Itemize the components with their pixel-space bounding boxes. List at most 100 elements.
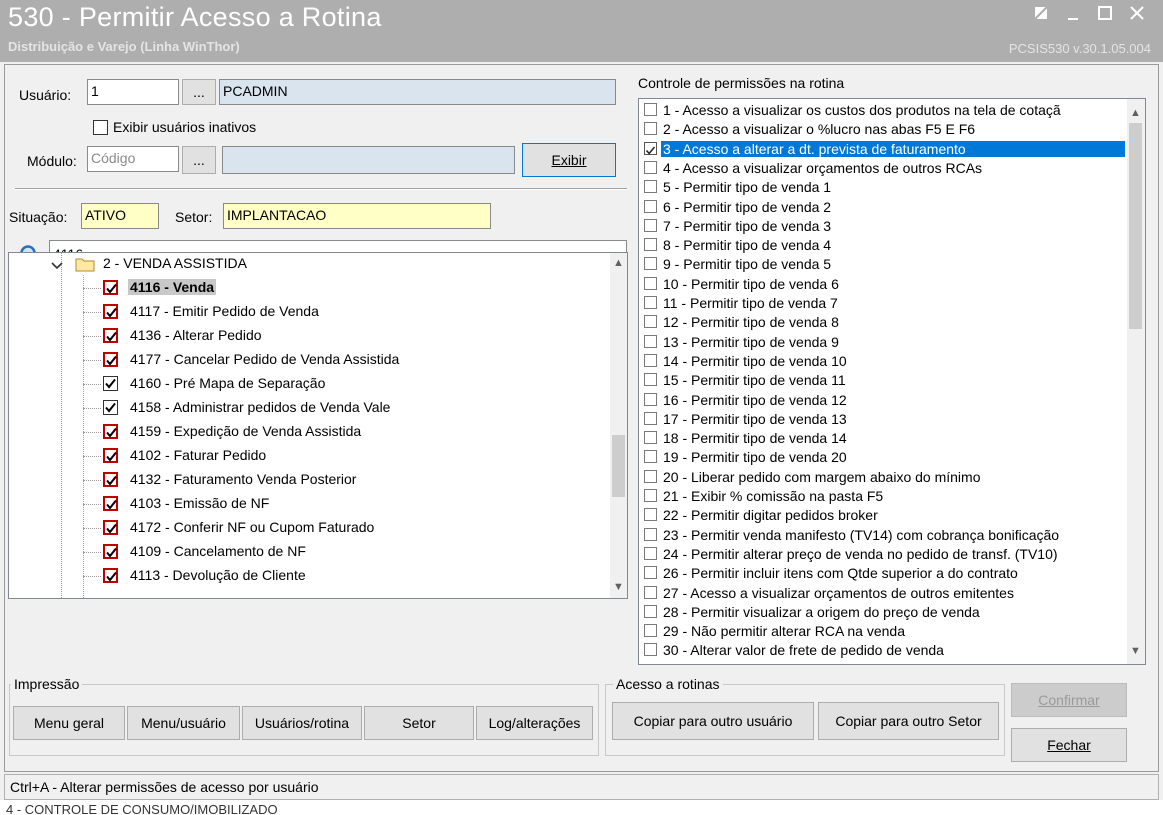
tree-item[interactable]: 4177 - Cancelar Pedido de Venda Assistid… [9, 349, 597, 373]
tree-item[interactable]: 4116 - Venda [9, 277, 597, 301]
exibir-button[interactable]: Exibir [522, 143, 616, 177]
permission-checkbox[interactable] [644, 643, 657, 657]
permission-item[interactable]: 27 - Acesso a visualizar orçamentos de o… [639, 584, 1129, 603]
permission-item[interactable]: 15 - Permitir tipo de venda 11 [639, 371, 1129, 390]
menu-usuario-button[interactable]: Menu/usuário [127, 706, 240, 740]
permission-item[interactable]: 5 - Permitir tipo de venda 1 [639, 178, 1129, 197]
permission-checkbox[interactable] [644, 353, 657, 367]
tree-item-checkbox[interactable] [103, 424, 118, 439]
scroll-up-icon[interactable]: ▲ [610, 255, 627, 272]
permission-checkbox[interactable] [644, 489, 657, 502]
scroll-thumb[interactable] [1129, 123, 1142, 329]
close-icon[interactable] [1126, 4, 1148, 26]
permissions-list[interactable]: 1 - Acesso a visualizar os custos dos pr… [638, 98, 1146, 665]
setor-button[interactable]: Setor [364, 706, 474, 740]
permission-item[interactable]: 22 - Permitir digitar pedidos broker [639, 506, 1129, 525]
permission-checkbox[interactable] [644, 431, 657, 445]
tree-item[interactable]: 4159 - Expedição de Venda Assistida [9, 421, 597, 445]
tree-item-checkbox[interactable] [103, 568, 118, 583]
tree-item-checkbox[interactable] [103, 328, 118, 343]
permission-checkbox[interactable] [644, 238, 657, 252]
menu-tree[interactable]: 2 - VENDA ASSISTIDA 4116 - Venda 4117 - E… [8, 252, 628, 599]
permission-item[interactable]: 11 - Permitir tipo de venda 7 [639, 294, 1129, 313]
permission-checkbox[interactable] [644, 585, 657, 599]
permission-checkbox[interactable] [644, 450, 657, 464]
permissions-scrollbar[interactable]: ▲ ▼ [1127, 99, 1145, 664]
permission-item[interactable]: 17 - Permitir tipo de venda 13 [639, 410, 1129, 429]
permission-item[interactable]: 26 - Permitir incluir itens com Qtde sup… [639, 564, 1129, 583]
inativos-checkbox[interactable] [93, 120, 108, 135]
tree-item-checkbox[interactable] [103, 400, 118, 415]
modulo-lookup-button[interactable]: ... [182, 146, 216, 174]
permission-checkbox[interactable] [644, 199, 657, 213]
permission-checkbox[interactable] [644, 141, 657, 155]
permission-item[interactable]: 20 - Liberar pedido com margem abaixo do… [639, 468, 1129, 487]
log-alteracoes-button[interactable]: Log/alterações [476, 706, 593, 740]
permission-checkbox[interactable] [644, 334, 657, 348]
permission-checkbox[interactable] [644, 469, 657, 483]
permission-checkbox[interactable] [644, 276, 657, 290]
permission-checkbox[interactable] [644, 527, 657, 541]
fechar-button[interactable]: Fechar [1011, 728, 1127, 762]
permission-checkbox[interactable] [644, 257, 657, 271]
permission-checkbox[interactable] [644, 373, 657, 387]
permission-checkbox[interactable] [644, 566, 657, 580]
scroll-down-icon[interactable]: ▼ [610, 579, 627, 596]
scroll-up-icon[interactable]: ▲ [1127, 105, 1144, 122]
tree-item-checkbox[interactable] [103, 304, 118, 319]
permission-item[interactable]: 18 - Permitir tipo de venda 14 [639, 429, 1129, 448]
tree-item[interactable]: 4102 - Faturar Pedido [9, 445, 597, 469]
permission-item[interactable]: 10 - Permitir tipo de venda 6 [639, 275, 1129, 294]
tree-item[interactable]: 4136 - Alterar Pedido [9, 325, 597, 349]
permission-item[interactable]: 6 - Permitir tipo de venda 2 [639, 198, 1129, 217]
permission-checkbox[interactable] [644, 604, 657, 618]
permission-item[interactable]: 8 - Permitir tipo de venda 4 [639, 236, 1129, 255]
permission-checkbox[interactable] [644, 546, 657, 560]
usuarios-rotina-button[interactable]: Usuários/rotina [242, 706, 362, 740]
permission-item[interactable]: 23 - Permitir venda manifesto (TV14) com… [639, 526, 1129, 545]
permission-checkbox[interactable] [644, 296, 657, 309]
tree-item[interactable]: 4113 - Devolução de Cliente [9, 565, 597, 589]
maximize-icon[interactable] [1094, 4, 1116, 26]
permission-checkbox[interactable] [644, 508, 657, 522]
modulo-code-field[interactable]: Código [87, 146, 179, 172]
menu-geral-button[interactable]: Menu geral [13, 706, 125, 740]
tree-item-checkbox[interactable] [103, 448, 118, 463]
permission-item[interactable]: 19 - Permitir tipo de venda 20 [639, 448, 1129, 467]
minimize-icon[interactable] [1062, 4, 1084, 26]
tree-item-checkbox[interactable] [103, 520, 118, 535]
chevron-down-icon[interactable] [51, 259, 63, 271]
permission-item[interactable]: 2 - Acesso a visualizar o %lucro nas aba… [639, 120, 1129, 139]
tree-item-checkbox[interactable] [103, 496, 118, 511]
copiar-usuario-button[interactable]: Copiar para outro usuário [612, 702, 814, 740]
permission-item[interactable]: 12 - Permitir tipo de venda 8 [639, 313, 1129, 332]
permission-item[interactable]: 16 - Permitir tipo de venda 12 [639, 391, 1129, 410]
permission-item[interactable]: 13 - Permitir tipo de venda 9 [639, 333, 1129, 352]
usuario-lookup-button[interactable]: ... [182, 79, 216, 105]
tree-item-checkbox[interactable] [103, 544, 118, 559]
permission-item[interactable]: 21 - Exibir % comissão na pasta F5 [639, 487, 1129, 506]
permission-item[interactable]: 30 - Alterar valor de frete de pedido de… [639, 641, 1129, 660]
tree-scrollbar[interactable]: ▲ ▼ [610, 253, 627, 598]
permission-checkbox[interactable] [644, 180, 657, 194]
tree-item-checkbox[interactable] [103, 352, 118, 367]
permission-checkbox[interactable] [644, 411, 657, 425]
tree-item-checkbox[interactable] [103, 472, 118, 487]
tree-item[interactable]: 4117 - Emitir Pedido de Venda [9, 301, 597, 325]
tree-item[interactable]: 4172 - Conferir NF ou Cupom Faturado [9, 517, 597, 541]
usuario-code-field[interactable]: 1 [87, 79, 179, 105]
permission-item[interactable]: 14 - Permitir tipo de venda 10 [639, 352, 1129, 371]
tree-item[interactable]: 4109 - Cancelamento de NF [9, 541, 597, 565]
confirmar-button[interactable]: Confirmar [1011, 683, 1127, 717]
restore-icon[interactable] [1030, 4, 1052, 26]
permission-item[interactable]: 29 - Não permitir alterar RCA na venda [639, 622, 1129, 641]
permission-item[interactable]: 24 - Permitir alterar preço de venda no … [639, 545, 1129, 564]
permission-checkbox[interactable] [644, 122, 657, 136]
tree-item[interactable]: 4160 - Pré Mapa de Separação [9, 373, 597, 397]
permission-checkbox[interactable] [644, 624, 657, 638]
tree-item[interactable]: 4158 - Administrar pedidos de Venda Vale [9, 397, 597, 421]
copiar-setor-button[interactable]: Copiar para outro Setor [818, 702, 999, 740]
permission-item[interactable]: 28 - Permitir visualizar a origem do pre… [639, 603, 1129, 622]
tree-item-checkbox[interactable] [103, 280, 118, 295]
tree-item-checkbox[interactable] [103, 376, 118, 391]
